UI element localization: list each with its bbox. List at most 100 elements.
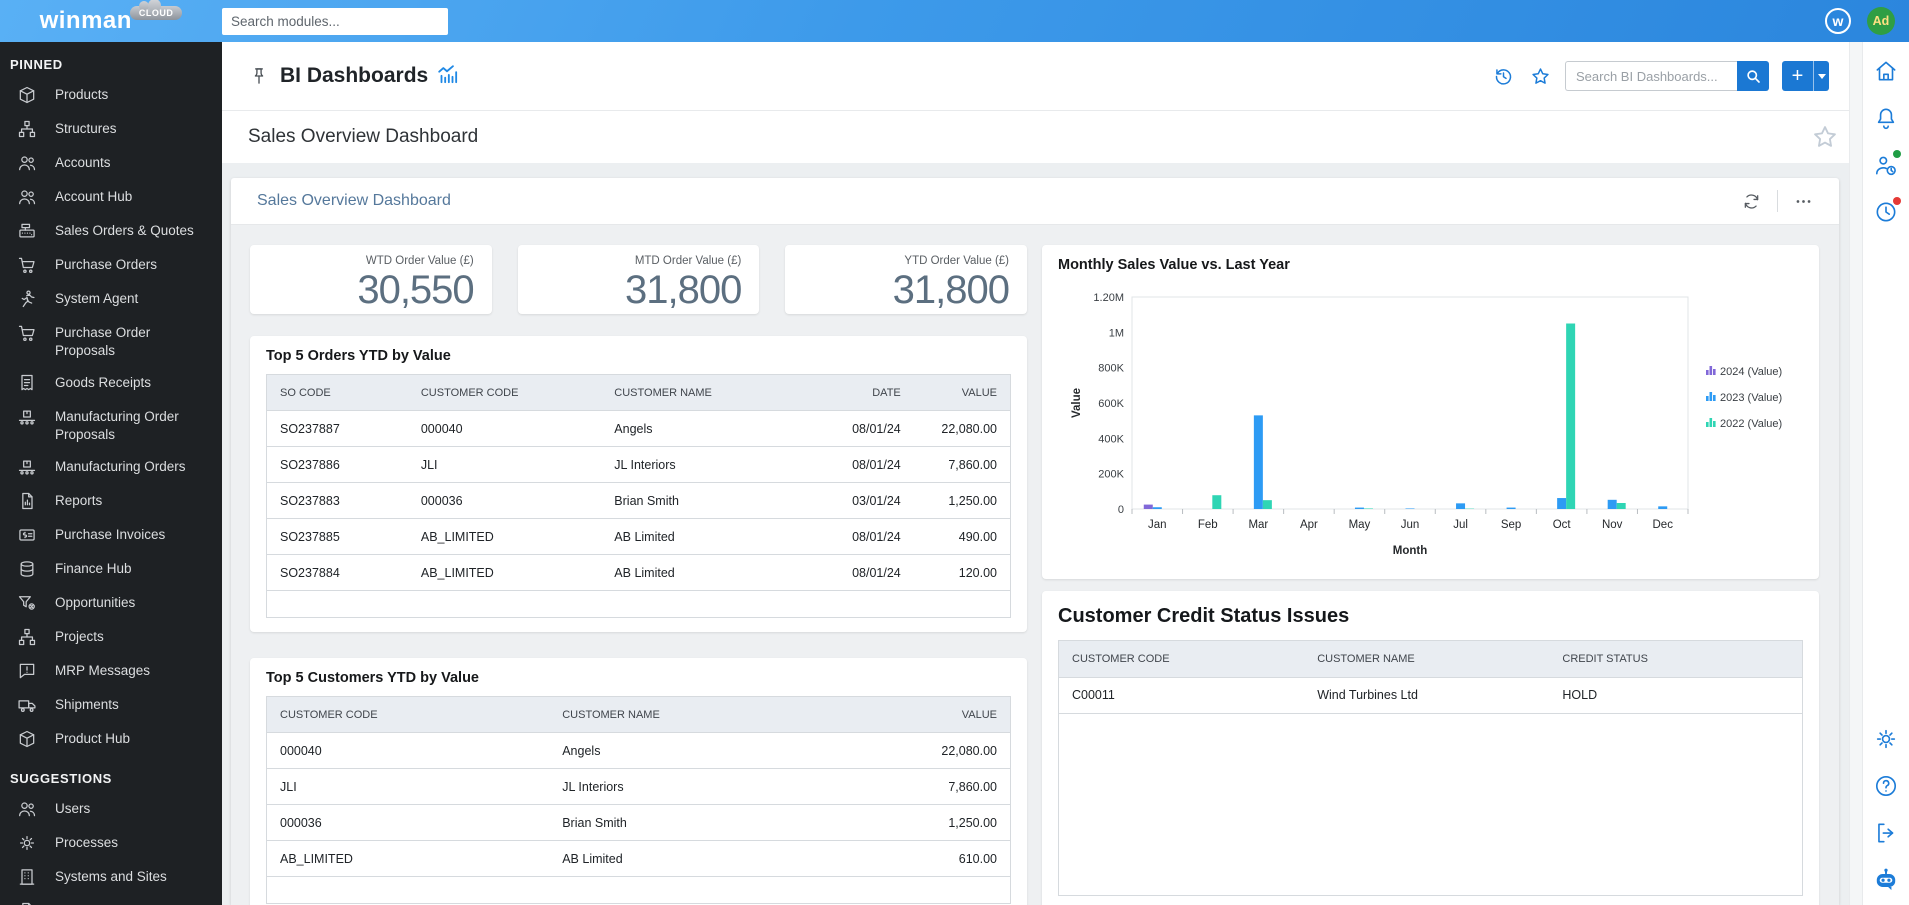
dashboard-panel-body: WTD Order Value (£) 30,550 MTD Order Value… xyxy=(231,225,1839,905)
sidebar-item-sales-orders-quotes[interactable]: Sales Orders & Quotes xyxy=(0,214,222,248)
help-icon xyxy=(1873,773,1899,799)
blank-row xyxy=(267,877,1011,904)
user-status-icon[interactable] xyxy=(1873,150,1901,178)
x-tick-label: Jan xyxy=(1148,519,1167,531)
chart-bar-2023-value xyxy=(1354,507,1364,509)
add-dropdown-caret[interactable] xyxy=(1813,61,1829,91)
settings-gear-icon xyxy=(1873,726,1899,752)
page-title: BI Dashboards xyxy=(280,64,429,87)
sidebar-item-goods-receipts[interactable]: Goods Receipts xyxy=(0,366,222,400)
add-dashboard-button[interactable]: + xyxy=(1782,61,1813,91)
search-button[interactable] xyxy=(1737,61,1769,91)
status-dot xyxy=(1893,150,1901,158)
sidebar-item-systems-and-sites[interactable]: Systems and Sites xyxy=(0,860,222,894)
workspace-badge[interactable]: w xyxy=(1825,8,1851,34)
settings-gear-icon[interactable] xyxy=(1873,726,1899,752)
credit-status-card: Customer Credit Status Issues CUSTOMER C… xyxy=(1042,591,1819,905)
sidebar-item-purchase-orders[interactable]: Purchase Orders xyxy=(0,248,222,282)
help-icon[interactable] xyxy=(1873,773,1899,799)
table-row: 000040 Angels 22,080.00 xyxy=(266,732,1011,770)
legend-item-2022-value[interactable]: 2022 (Value) xyxy=(1706,418,1782,430)
kpi-card-wtd-order-value: WTD Order Value (£) 30,550 xyxy=(250,245,492,315)
table-cell: 000040 xyxy=(266,732,550,770)
chevron-down-icon xyxy=(1817,73,1826,79)
history-icon[interactable] xyxy=(1493,66,1514,87)
table-cell: Wind Turbines Ltd xyxy=(1304,677,1550,714)
assistant-bot-icon[interactable] xyxy=(1873,867,1899,893)
table-cell: 610.00 xyxy=(839,840,1011,878)
sidebar-item-accounts[interactable]: Accounts xyxy=(0,146,222,180)
table-cell: 22,080.00 xyxy=(839,732,1011,770)
home-icon[interactable] xyxy=(1873,58,1899,84)
vertical-scrollbar[interactable] xyxy=(1849,42,1862,905)
truck-icon xyxy=(17,695,37,715)
sidebar-item-products[interactable]: Products xyxy=(0,78,222,112)
building-icon xyxy=(17,867,37,887)
sidebar-item-mrp-messages[interactable]: MRP Messages xyxy=(0,654,222,688)
y-tick-label: 0 xyxy=(1118,504,1124,516)
dashboard-panel-title: Sales Overview Dashboard xyxy=(257,192,451,209)
pin-module-button[interactable] xyxy=(248,65,270,87)
search-bi-dashboards-input[interactable] xyxy=(1565,61,1737,91)
sidebar-item-purchase-invoices[interactable]: Purchase Invoices xyxy=(0,518,222,552)
favorite-dashboard-star-icon[interactable] xyxy=(1811,123,1839,151)
credit-status-title: Customer Credit Status Issues xyxy=(1058,605,1350,627)
notifications-bell-icon[interactable] xyxy=(1873,105,1899,131)
legend-item-2023-value[interactable]: 2023 (Value) xyxy=(1706,392,1782,404)
right-column: Monthly Sales Value vs. Last Year 0 200K 4… xyxy=(1042,245,1819,905)
table-cell: SO237887 xyxy=(266,410,408,448)
top-orders-table: SO CODE CUSTOMER CODE CUSTOMER NAME DATE VAL… xyxy=(266,374,1011,619)
sidebar-item-manufacturing-order-proposals[interactable]: Manufacturing Order Proposals xyxy=(0,400,222,450)
table-cell: SO237885 xyxy=(266,518,408,556)
refresh-icon[interactable] xyxy=(1742,192,1761,211)
panel-menu-icon[interactable] xyxy=(1794,192,1813,211)
nodes-icon xyxy=(17,627,37,647)
table-cell: JL Interiors xyxy=(549,768,840,806)
sidebar-item-processes[interactable]: Processes xyxy=(0,826,222,860)
sidebar-item-label: Purchase Invoices xyxy=(55,527,166,543)
sidebar-item-label: Purchase Order Proposals xyxy=(55,325,151,358)
x-tick-label: Jul xyxy=(1453,519,1468,531)
table-cell: C00011 xyxy=(1059,677,1305,714)
monthly-sales-chart-card: Monthly Sales Value vs. Last Year 0 200K 4… xyxy=(1042,245,1819,579)
user-avatar[interactable]: Ad xyxy=(1867,7,1895,35)
table-header-row: CUSTOMER CODE CUSTOMER NAME VALUE xyxy=(266,696,1011,734)
y-tick-label: 200K xyxy=(1098,469,1124,481)
sidebar-item-purchase-order-proposals[interactable]: Purchase Order Proposals xyxy=(0,316,222,366)
sidebar-item-opportunities[interactable]: Opportunities xyxy=(0,586,222,620)
report-icon xyxy=(17,491,37,511)
sidebar-item-finance-hub[interactable]: Finance Hub xyxy=(0,552,222,586)
logout-icon xyxy=(1873,820,1899,846)
sidebar-item-label: Prints xyxy=(55,901,90,905)
sidebar-item-structures[interactable]: Structures xyxy=(0,112,222,146)
sidebar-item-prints[interactable]: Prints xyxy=(0,894,222,905)
sidebar-item-shipments[interactable]: Shipments xyxy=(0,688,222,722)
table-cell: 120.00 xyxy=(913,554,1011,592)
bi-chart-icon xyxy=(436,63,458,90)
sidebar-item-reports[interactable]: Reports xyxy=(0,484,222,518)
sidebar-item-label: Manufacturing Order Proposals xyxy=(55,409,179,442)
app-root: winman CLOUD w Ad PINNED Products Structur… xyxy=(0,0,1909,905)
kpi-value: 31,800 xyxy=(625,268,742,312)
sidebar-item-users[interactable]: Users xyxy=(0,792,222,826)
table-cell: SO237883 xyxy=(266,482,408,520)
logout-icon[interactable] xyxy=(1873,820,1899,846)
sidebar-item-label: Product Hub xyxy=(55,731,131,747)
table-cell: 03/01/24 xyxy=(817,482,914,520)
favorites-star-icon[interactable] xyxy=(1530,66,1551,87)
panel-header-divider xyxy=(1777,190,1778,212)
sidebar-item-product-hub[interactable]: Product Hub xyxy=(0,722,222,756)
sidebar-item-label: Shipments xyxy=(55,697,119,713)
table-cell: 08/01/24 xyxy=(817,446,914,484)
recent-activity-clock-icon[interactable] xyxy=(1873,197,1901,225)
legend-item-2024-value[interactable]: 2024 (Value) xyxy=(1706,366,1782,378)
sidebar-item-system-agent[interactable]: System Agent xyxy=(0,282,222,316)
bi-search-group xyxy=(1565,61,1769,91)
search-modules-input[interactable] xyxy=(222,7,448,35)
sidebar-item-projects[interactable]: Projects xyxy=(0,620,222,654)
sidebar-item-account-hub[interactable]: Account Hub xyxy=(0,180,222,214)
sidebar-item-manufacturing-orders[interactable]: Manufacturing Orders xyxy=(0,450,222,484)
column-header-value: VALUE xyxy=(913,374,1011,412)
sidebar-item-label: Goods Receipts xyxy=(55,375,152,391)
sidebar-item-label: Products xyxy=(55,87,109,102)
